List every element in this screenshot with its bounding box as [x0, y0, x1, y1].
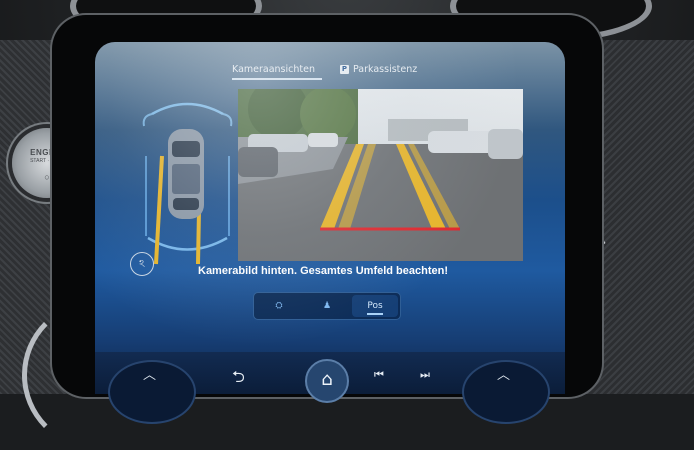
- back-icon[interactable]: ⮌: [232, 366, 245, 393]
- parking-icon: P: [340, 65, 349, 74]
- tab-active-indicator: [232, 78, 322, 80]
- previous-track-icon[interactable]: ⏮: [374, 368, 384, 382]
- camera-warning-message: Kamerabild hinten. Gesamtes Umfeld beach…: [198, 265, 449, 277]
- home-icon[interactable]: ⌂: [305, 359, 349, 403]
- next-track-icon[interactable]: ⏭: [420, 368, 430, 382]
- person-icon[interactable]: ♟: [304, 295, 350, 317]
- chevron-up-icon[interactable]: ︿: [143, 364, 156, 383]
- vehicle-top-view: [142, 102, 233, 265]
- top-view-car-icon[interactable]: ⛭: [256, 295, 302, 317]
- camera-view-selector: ⛭ ♟ Pos: [253, 292, 401, 320]
- tab-camera-views[interactable]: Kameraansichten: [232, 64, 315, 75]
- chevron-up-icon[interactable]: ︿: [497, 364, 510, 383]
- tab-parking-assist[interactable]: Parkassistenz: [353, 64, 417, 75]
- selected-view-indicator: [367, 313, 383, 315]
- parking-sensor-icon[interactable]: ঽ: [130, 252, 154, 276]
- rear-camera-feed: [238, 89, 523, 261]
